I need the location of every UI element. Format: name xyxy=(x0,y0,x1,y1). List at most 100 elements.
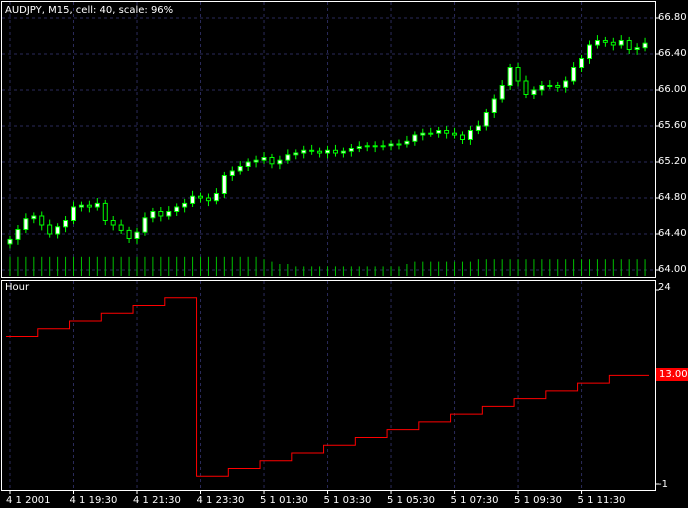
candle-body xyxy=(55,226,61,235)
time-axis-label: 5 1 09:30 xyxy=(514,495,562,506)
price-y-tick-label: 64.80 xyxy=(658,192,687,203)
indicator-title: Hour xyxy=(5,282,30,293)
candle-body xyxy=(213,193,219,202)
candle-body xyxy=(610,41,616,46)
price-y-tick-label: 66.00 xyxy=(658,84,687,95)
candle-body xyxy=(190,195,196,204)
time-axis-label: 5 1 03:30 xyxy=(323,495,372,506)
candle-body xyxy=(586,44,592,59)
candle-body xyxy=(7,238,13,245)
price-y-tick-label: 65.60 xyxy=(658,120,687,131)
candle-body xyxy=(555,85,561,88)
candle-body xyxy=(134,231,140,239)
candle-body xyxy=(452,132,458,136)
candle-body xyxy=(221,175,227,194)
candle-body xyxy=(388,143,394,147)
price-panel-frame xyxy=(1,1,656,278)
candle-body xyxy=(142,217,148,233)
candle-body xyxy=(317,150,323,154)
candle-body xyxy=(412,134,418,142)
time-axis-label: 4 1 2001 xyxy=(6,495,51,506)
candle-body xyxy=(594,40,600,46)
candle-body xyxy=(523,80,529,95)
candle-body xyxy=(86,204,92,208)
indicator-panel-frame xyxy=(1,280,656,491)
candle-body xyxy=(158,211,164,217)
price-y-tick-label: 66.40 xyxy=(658,48,687,59)
candle-body xyxy=(229,170,235,176)
chart-title: AUDJPY, M15, cell: 40, scale: 96% xyxy=(5,5,174,16)
candle-body xyxy=(261,157,267,161)
candle-body xyxy=(182,202,188,208)
candle-body xyxy=(332,149,338,154)
candle-body xyxy=(563,80,569,88)
candle-body xyxy=(459,134,465,140)
candle-body xyxy=(626,40,632,50)
time-axis-label: 4 1 23:30 xyxy=(196,495,245,506)
candle-body xyxy=(31,215,37,220)
candle-body xyxy=(507,67,513,86)
candle-body xyxy=(237,166,243,172)
candle-body xyxy=(110,220,116,226)
candle-body xyxy=(428,132,434,135)
candle-body xyxy=(47,224,53,235)
candle-body xyxy=(126,229,132,239)
indicator-y-top: 24 xyxy=(658,282,671,293)
indicator-y-bottom: -1 xyxy=(658,479,668,490)
candle-body xyxy=(515,67,521,82)
candle-body xyxy=(348,148,354,152)
candle-body xyxy=(253,159,259,163)
candle-body xyxy=(618,40,624,46)
candle-body xyxy=(39,215,45,226)
candle-body xyxy=(102,202,108,221)
candle-body xyxy=(356,146,362,149)
candle-body xyxy=(539,85,545,91)
candle-body xyxy=(467,130,473,140)
candle-body xyxy=(198,195,204,199)
price-y-tick-label: 65.20 xyxy=(658,156,687,167)
candle-body xyxy=(293,152,299,156)
time-axis-label: 5 1 01:30 xyxy=(260,495,308,506)
candle-body xyxy=(301,149,307,154)
candle-body xyxy=(166,211,172,217)
candle-body xyxy=(642,42,648,49)
candle-body xyxy=(277,159,283,165)
candle-body xyxy=(23,218,29,230)
candle-body xyxy=(436,130,442,134)
time-axis-label: 4 1 21:30 xyxy=(133,495,181,506)
candle-body xyxy=(372,145,378,148)
candle-body xyxy=(380,145,386,148)
time-axis-label: 5 1 11:30 xyxy=(577,495,626,506)
candle-body xyxy=(325,149,331,154)
candle-body xyxy=(245,161,251,167)
time-axis-label: 4 1 19:30 xyxy=(69,495,118,506)
candle-body xyxy=(531,89,537,95)
candle-body xyxy=(602,40,608,43)
time-axis-label: 5 1 05:30 xyxy=(387,495,435,506)
candle-body xyxy=(499,85,505,100)
price-y-tick-label: 64.00 xyxy=(658,264,687,275)
candle-body xyxy=(340,150,346,154)
candle-body xyxy=(63,220,69,228)
candle-body xyxy=(547,85,553,87)
candle-body xyxy=(404,140,410,145)
candle-body xyxy=(475,125,481,131)
candle-body xyxy=(205,197,211,202)
candle-body xyxy=(309,149,315,152)
candle-body xyxy=(444,130,450,134)
candle-body xyxy=(118,224,124,231)
candle-body xyxy=(174,206,180,212)
candle-body xyxy=(364,145,370,148)
candle-body xyxy=(634,47,640,51)
price-y-tick-label: 66.80 xyxy=(658,12,687,23)
candle-body xyxy=(78,204,84,208)
chart-canvas[interactable] xyxy=(0,0,688,508)
candle-body xyxy=(491,98,497,113)
price-y-tick-label: 64.40 xyxy=(658,228,687,239)
candle-body xyxy=(420,132,426,136)
candle-body xyxy=(579,58,585,68)
time-axis-label: 5 1 07:30 xyxy=(450,495,499,506)
candle-body xyxy=(71,206,77,221)
candle-body xyxy=(269,157,275,165)
candle-body xyxy=(94,202,100,208)
